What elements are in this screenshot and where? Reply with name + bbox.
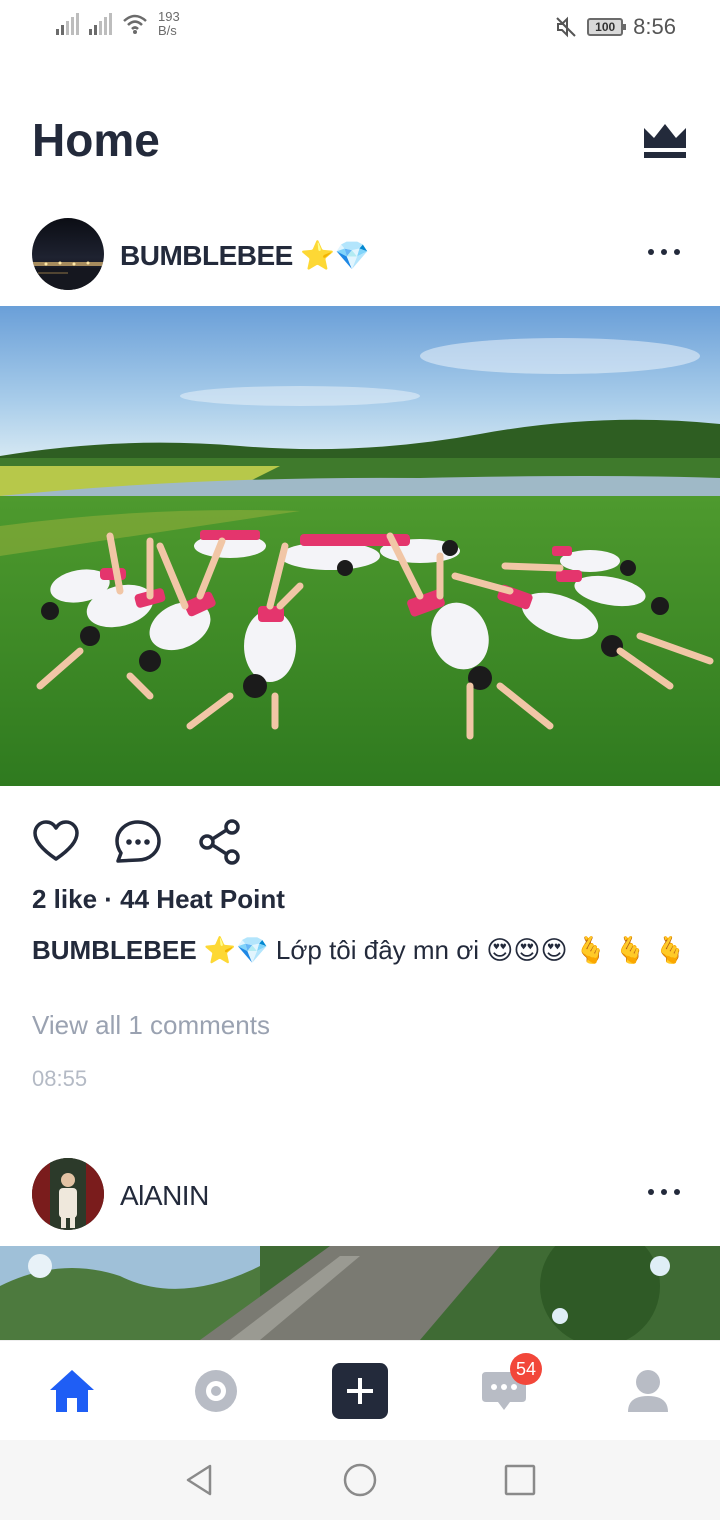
- comment-icon[interactable]: [114, 818, 162, 866]
- crown-icon[interactable]: [642, 116, 688, 162]
- more-options-icon[interactable]: [648, 1186, 682, 1198]
- nav-create[interactable]: [332, 1363, 388, 1419]
- post-actions: [32, 818, 244, 868]
- nav-profile[interactable]: [620, 1363, 676, 1419]
- wifi-icon: [123, 14, 147, 34]
- heart-icon[interactable]: [32, 818, 80, 866]
- likes-count[interactable]: 2 like · 44 Heat Point: [32, 884, 285, 915]
- network-speed: 193 B/s: [158, 9, 180, 38]
- recents-icon[interactable]: [502, 1462, 538, 1498]
- post-username[interactable]: AlANIN: [120, 1178, 209, 1214]
- mute-icon: [556, 16, 576, 38]
- more-options-icon[interactable]: [648, 246, 682, 258]
- avatar[interactable]: [32, 218, 104, 290]
- post-header: BUMBLEBEE ⭐💎: [0, 218, 720, 294]
- system-navigation: [0, 1440, 720, 1520]
- signal-icon: [89, 13, 112, 35]
- nav-messages[interactable]: 54: [476, 1353, 542, 1419]
- home-button-icon[interactable]: [342, 1462, 378, 1498]
- signal-icon: [56, 13, 79, 35]
- back-icon[interactable]: [182, 1462, 218, 1498]
- post-header: AlANIN: [0, 1158, 720, 1234]
- post-image[interactable]: [0, 1246, 720, 1340]
- status-bar: 193 B/s 100 8:56: [0, 0, 720, 56]
- home-icon: [50, 1370, 94, 1412]
- post-timestamp: 08:55: [32, 1066, 88, 1091]
- avatar[interactable]: [32, 1158, 104, 1230]
- battery-indicator: 100: [587, 18, 627, 36]
- share-icon[interactable]: [196, 818, 244, 866]
- eye-icon: [195, 1370, 237, 1412]
- status-time: 8:56: [633, 14, 676, 39]
- app-header: Home: [32, 108, 688, 172]
- nav-home[interactable]: [44, 1363, 100, 1419]
- caption-text: Lớp tôi đây mn ơi 😍😍😍 🫰 🫰 🫰: [275, 935, 687, 965]
- bottom-navigation: 54: [0, 1340, 720, 1440]
- plus-icon: [332, 1363, 388, 1419]
- view-comments-link[interactable]: View all 1 comments: [32, 1010, 270, 1041]
- post-image[interactable]: [0, 306, 720, 786]
- caption-username[interactable]: BUMBLEBEE ⭐💎: [32, 935, 269, 965]
- post-username[interactable]: BUMBLEBEE ⭐💎: [120, 238, 369, 274]
- nav-discover[interactable]: [188, 1363, 244, 1419]
- messages-badge: 54: [510, 1353, 542, 1385]
- post-caption: BUMBLEBEE ⭐💎 Lớp tôi đây mn ơi 😍😍😍 🫰 🫰 🫰: [32, 930, 692, 970]
- profile-icon: [628, 1370, 668, 1412]
- page-title: Home: [32, 114, 160, 166]
